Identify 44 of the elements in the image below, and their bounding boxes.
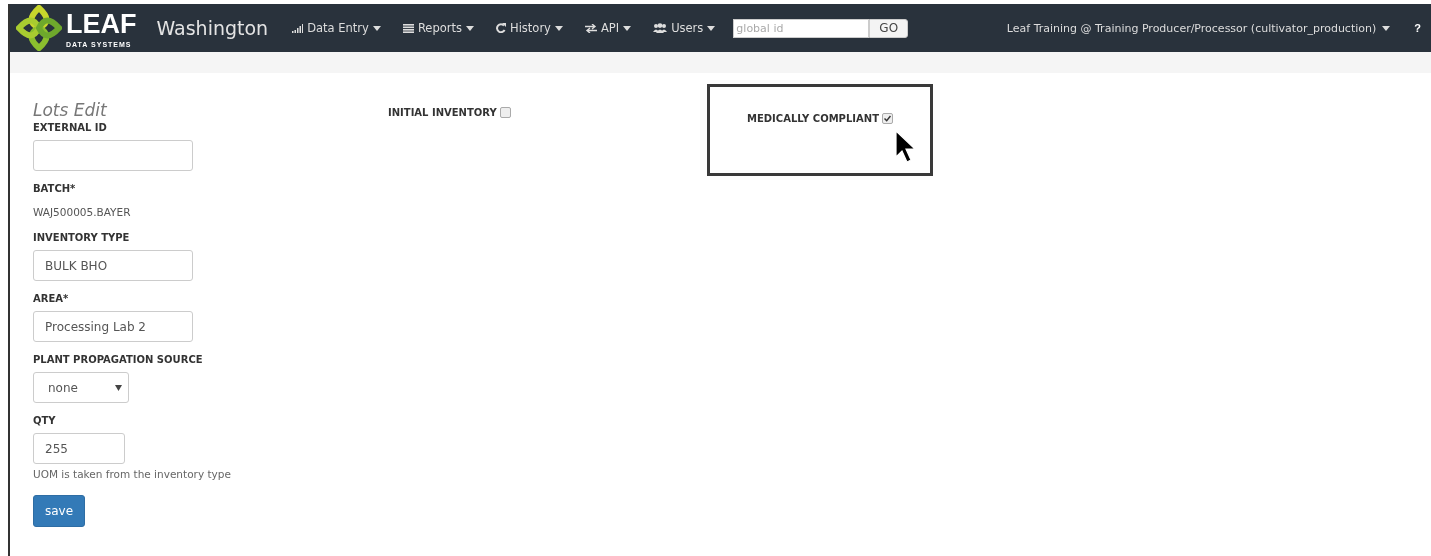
nav-menu[interactable]: Reports [417,21,462,35]
nav-menu[interactable]: API [600,21,620,35]
help-link[interactable]: ? [1414,22,1421,34]
input-field[interactable] [33,140,193,171]
user-menu[interactable]: Leaf Training @ Training Producer/Processor (cultivator_production) [1006,21,1377,35]
caret-icon [372,25,381,31]
field-label: BATCH* [33,183,77,194]
checkbox[interactable] [499,107,511,118]
input-field[interactable]: 255 [33,433,125,464]
brand-name: LEAF [66,8,137,40]
field-label: QTY [33,415,57,426]
select-field[interactable]: none [33,372,129,403]
exchange-icon [584,23,597,33]
caret-icon [623,25,632,31]
input-field[interactable]: BULK BHO [33,250,193,281]
go-button[interactable]: GO [869,18,909,38]
state-name[interactable]: Washington [156,17,269,39]
cursor-icon [895,130,917,164]
save-button[interactable]: save [33,495,86,527]
checkbox-label: INITIAL INVENTORY [388,107,497,118]
checkbox-label: MEDICALLY COMPLIANT [747,113,879,124]
signal-icon [292,23,304,33]
caret-icon [466,25,474,31]
caret-icon [554,25,563,31]
leaf-logo-icon [16,5,62,51]
input-field[interactable]: Processing Lab 2 [33,311,193,342]
nav-menu[interactable]: Data Entry [307,21,369,35]
caret-icon [707,25,716,31]
list-icon [402,23,414,33]
batch-value: WAJ500005.BAYER [33,206,131,218]
field-label: EXTERNAL ID [33,122,108,133]
field-label: AREA* [33,293,70,304]
field-label: PLANT PROPAGATION SOURCE [33,354,204,365]
help-text: UOM is taken from the inventory type [33,468,232,480]
checkbox[interactable] [881,113,893,124]
users-icon [653,23,668,33]
global-id-field[interactable]: global id [733,18,870,38]
refresh-icon [496,23,506,33]
field-label: INVENTORY TYPE [33,232,131,243]
dropdown-arrow-icon [115,384,122,391]
caret-icon [1382,25,1391,31]
page-title: Lots Edit [33,100,108,120]
nav-menu[interactable]: Users [671,21,704,35]
nav-menu[interactable]: History [510,21,551,35]
